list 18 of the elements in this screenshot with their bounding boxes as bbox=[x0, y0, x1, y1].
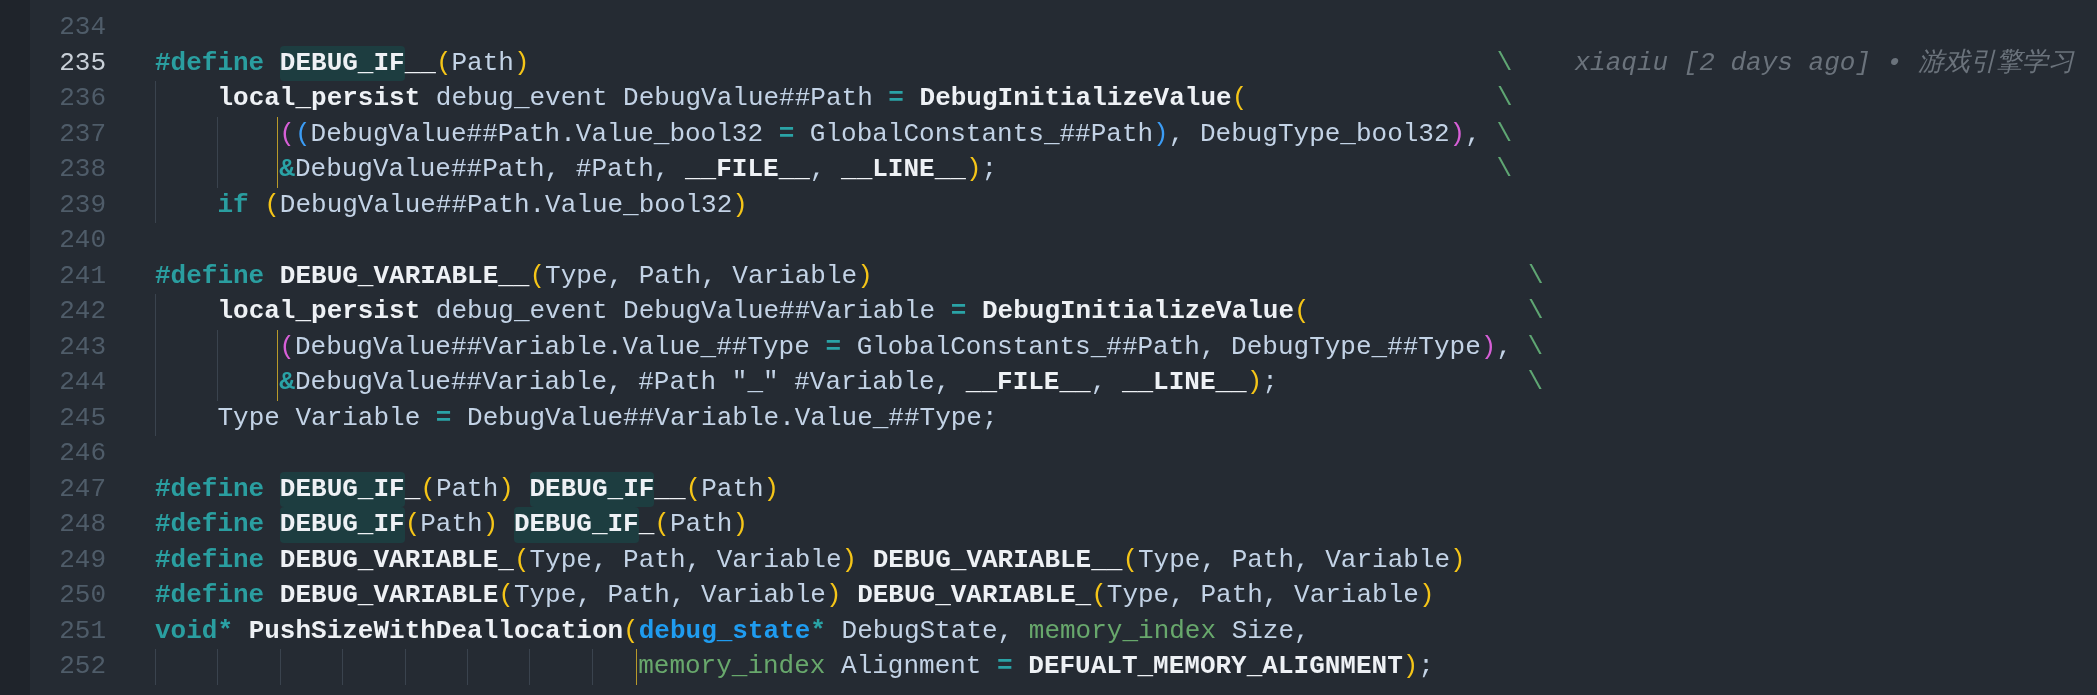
code-line: (DebugValue##Variable.Value_##Type = GlobalConstants_##Path, DebugType_##Type), \ bbox=[279, 330, 1544, 364]
code-line: local_persist debug_event DebugValue##Path = DebugInitializeValue( \ bbox=[217, 82, 1513, 115]
code-line: #define DEBUG_IF__(Path) \ bbox=[155, 45, 1513, 81]
code-line: #define DEBUG_IF(Path) DEBUG_IF_(Path) bbox=[155, 507, 748, 543]
blame-annotation: xiaqiu [2 days ago] • 游戏引擎学习 bbox=[1574, 46, 2074, 80]
code-line: ((DebugValue##Path.Value_bool32 = GlobalConstants_##Path), DebugType_bool32), \ bbox=[279, 117, 1512, 151]
code-line: #define DEBUG_VARIABLE_(Type, Path, Variable) DEBUG_VARIABLE__(Type, Path, Variable) bbox=[155, 543, 1466, 577]
code-line: &DebugValue##Variable, #Path "_" #Variable, __FILE__, __LINE__); \ bbox=[279, 366, 1544, 399]
code-line: memory_index Alignment = DEFUALT_MEMORY_ALIGNMENT); bbox=[638, 650, 1434, 683]
code-line: #define DEBUG_IF_(Path) DEBUG_IF__(Path) bbox=[155, 471, 780, 507]
code-line: local_persist debug_event DebugValue##Variable = DebugInitializeValue( \ bbox=[217, 295, 1544, 328]
code-line: Type Variable = DebugValue##Variable.Value_##Type; bbox=[217, 401, 998, 435]
code-line: &DebugValue##Path, #Path, __FILE__, __LINE__); \ bbox=[279, 153, 1512, 186]
code-line: #define DEBUG_VARIABLE__(Type, Path, Variable) \ bbox=[155, 259, 1544, 293]
code-line: #define DEBUG_VARIABLE(Type, Path, Variable) DEBUG_VARIABLE_(Type, Path, Variable) bbox=[155, 579, 1435, 612]
line-number: 235 bbox=[58, 46, 106, 80]
code-line: if (DebugValue##Path.Value_bool32) bbox=[217, 188, 748, 222]
code-line: void* PushSizeWithDeallocation(debug_state* DebugState, memory_index Size, bbox=[155, 614, 1310, 648]
